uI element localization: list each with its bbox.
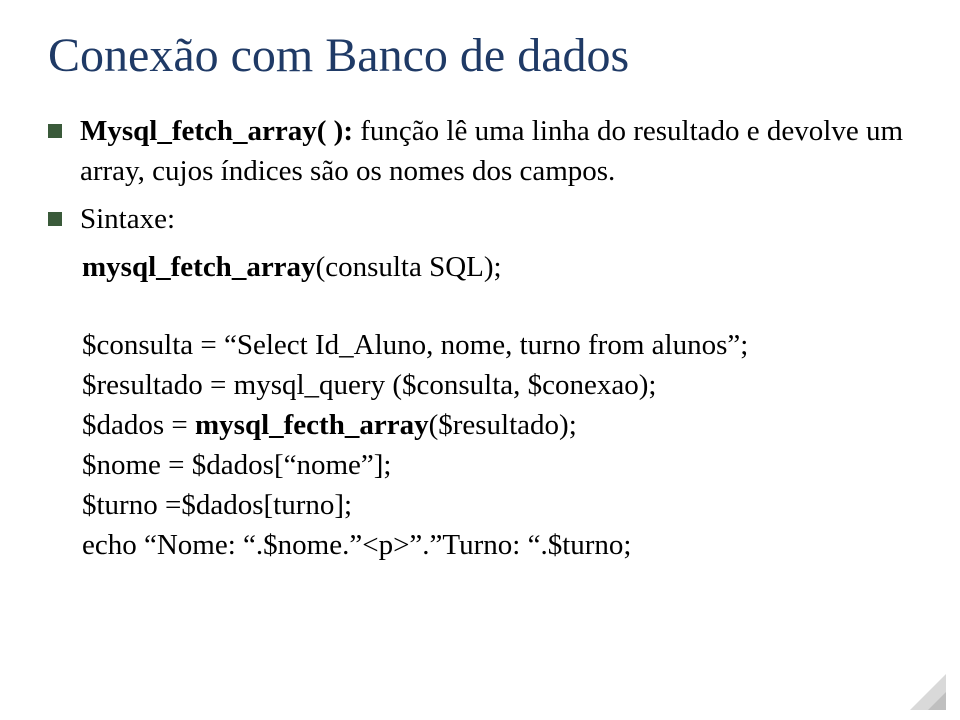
bullet-icon: [48, 212, 62, 226]
slide-content: Mysql_fetch_array( ): função lê uma linh…: [48, 111, 912, 565]
slide: Conexão com Banco de dados Mysql_fetch_a…: [0, 0, 960, 720]
syntax-rest: (consulta SQL);: [316, 251, 502, 283]
slide-title: Conexão com Banco de dados: [48, 28, 912, 83]
code-line-2: $resultado = mysql_query ($consulta, $co…: [82, 365, 912, 405]
bullet-item-1: Mysql_fetch_array( ): função lê uma linh…: [48, 111, 912, 191]
code-line-5: $turno =$dados[turno];: [82, 485, 912, 525]
code-block: $consulta = “Select Id_Aluno, nome, turn…: [82, 325, 912, 565]
page-corner-icon: [910, 674, 946, 710]
syntax-label: Sintaxe:: [80, 203, 175, 235]
code-line-6: echo “Nome: “.$nome.”<p>”.”Turno: “.$tur…: [82, 525, 912, 565]
bullet-item-2: Sintaxe:: [48, 199, 912, 239]
code-line-3: $dados = mysql_fecth_array($resultado);: [82, 405, 912, 445]
code-l3-pre: $dados =: [82, 409, 195, 441]
syntax-fn: mysql_fetch_array: [82, 251, 316, 283]
func-name: Mysql_fetch_array( ):: [80, 115, 353, 147]
bullet-icon: [48, 124, 62, 138]
syntax-line: mysql_fetch_array(consulta SQL);: [82, 247, 912, 287]
bullet-text-1: Mysql_fetch_array( ): função lê uma linh…: [80, 111, 912, 191]
bullet-text-2: Sintaxe:: [80, 199, 912, 239]
code-l3-post: ($resultado);: [429, 409, 577, 441]
code-line-1: $consulta = “Select Id_Aluno, nome, turn…: [82, 325, 912, 365]
code-line-4: $nome = $dados[“nome”];: [82, 445, 912, 485]
code-l3-bold: mysql_fecth_array: [195, 409, 429, 441]
